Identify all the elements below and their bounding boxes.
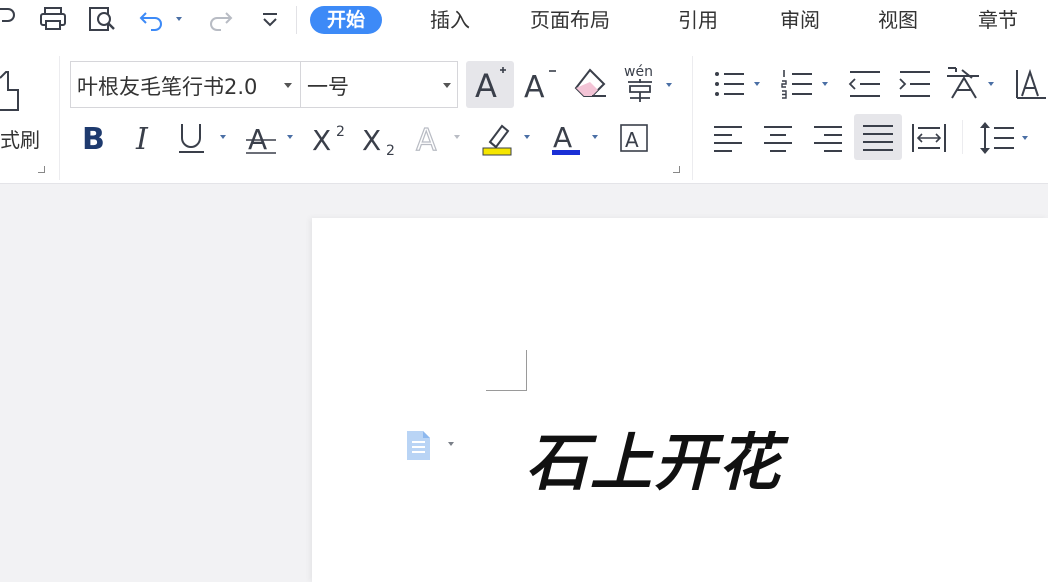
document-body-text[interactable]: 石上开花: [526, 412, 782, 502]
font-name-select[interactable]: 叶根友毛笔行书2.0: [70, 61, 300, 108]
increase-indent-button[interactable]: [896, 66, 934, 102]
pinyin-guide-button[interactable]: wén: [622, 62, 678, 106]
decrease-indent-button[interactable]: [846, 66, 884, 102]
tab-bar: 开始 插入 页面布局 引用 审阅 视图 章节: [0, 0, 1048, 40]
distributed-align-icon: [912, 124, 946, 152]
text-direction-button[interactable]: [1012, 66, 1048, 102]
bullets-button[interactable]: [712, 66, 766, 102]
indent-icon: [899, 71, 930, 97]
redo-icon[interactable]: [204, 5, 234, 37]
highlight-button[interactable]: [480, 120, 536, 156]
numbered-list-icon: [781, 70, 812, 99]
group-separator: [692, 56, 693, 180]
chevron-down-icon: [284, 83, 292, 88]
subscript-mark: 2: [386, 143, 395, 156]
tab-page-layout[interactable]: 页面布局: [530, 6, 610, 34]
character-border-button[interactable]: A: [618, 120, 650, 156]
margin-corner-mark: [486, 350, 527, 391]
bulleted-list-icon: [715, 72, 744, 96]
eraser-icon: [574, 68, 606, 97]
align-left-button[interactable]: [710, 118, 748, 158]
font-size-select[interactable]: 一号: [300, 61, 458, 108]
highlighter-icon: [482, 124, 512, 156]
justify-button[interactable]: [854, 114, 902, 160]
group-separator: [59, 56, 60, 180]
align-center-icon: [764, 126, 792, 152]
group-separator: [962, 120, 963, 154]
chevron-down-icon: [287, 135, 293, 139]
chevron-down-icon: [454, 135, 460, 139]
customize-chevron-icon[interactable]: [260, 5, 280, 37]
underline-icon: [179, 124, 204, 153]
print-preview-icon[interactable]: [87, 5, 119, 37]
italic-button[interactable]: I: [128, 120, 162, 157]
chevron-down-icon: [524, 135, 530, 139]
distributed-align-button[interactable]: [910, 118, 948, 158]
outdent-icon: [848, 71, 880, 97]
font-size-value: 一号: [307, 75, 349, 99]
shrink-font-button[interactable]: A: [518, 61, 562, 108]
clear-format-button[interactable]: [572, 66, 610, 102]
pinyin-label: wén: [624, 64, 653, 80]
align-center-button[interactable]: [760, 118, 798, 158]
shrink-font-glyph: A: [524, 70, 545, 105]
print-icon[interactable]: [38, 5, 68, 37]
paragraph-layout-button[interactable]: [405, 430, 457, 466]
subscript-button[interactable]: X 2: [362, 120, 406, 159]
text-effect-glyph: A: [416, 123, 437, 156]
italic-glyph: I: [135, 122, 149, 156]
strikethrough-button[interactable]: A: [244, 120, 300, 156]
bold-button[interactable]: B: [78, 120, 112, 157]
chevron-down-icon: [822, 82, 828, 86]
tab-home[interactable]: 开始: [310, 6, 383, 34]
chevron-down-icon: [592, 135, 598, 139]
tab-review[interactable]: 审阅: [780, 6, 820, 34]
tab-references[interactable]: 引用: [678, 6, 718, 34]
chevron-down-icon: [220, 135, 226, 139]
char-border-glyph: A: [625, 128, 639, 152]
superscript-mark: 2: [336, 124, 345, 140]
document-icon: [407, 431, 454, 460]
superscript-button[interactable]: X 2: [310, 120, 354, 157]
font-dialog-launcher-icon[interactable]: [673, 166, 680, 173]
grow-font-button[interactable]: A: [466, 61, 514, 108]
chevron-down-icon: [443, 83, 451, 88]
tab-chapter[interactable]: 章节: [978, 6, 1018, 34]
align-left-icon: [714, 126, 742, 152]
bold-glyph: B: [82, 122, 105, 156]
chevron-down-icon: [666, 83, 672, 87]
undo-dropdown-icon[interactable]: [176, 17, 182, 21]
line-spacing-icon: [980, 122, 1014, 154]
ribbon: 式刷 叶根友毛笔行书2.0 一号 A A wén B I A X 2 X 2 A…: [0, 40, 1048, 184]
tab-insert[interactable]: 插入: [430, 6, 470, 34]
font-color-button[interactable]: A: [550, 120, 604, 156]
chinese-layout-button[interactable]: [944, 64, 1000, 104]
text-direction-icon: [1016, 68, 1046, 99]
font-name-value: 叶根友毛笔行书2.0: [77, 75, 258, 99]
underline-button[interactable]: [176, 120, 234, 156]
tab-separator: [296, 6, 297, 34]
save-icon[interactable]: [0, 5, 18, 37]
justify-icon: [863, 125, 893, 151]
chevron-down-icon: [988, 82, 994, 86]
font-color-glyph: A: [553, 121, 572, 154]
superscript-glyph: X: [312, 124, 331, 156]
undo-icon[interactable]: [138, 5, 168, 37]
line-spacing-button[interactable]: [976, 118, 1036, 158]
format-painter-button[interactable]: 式刷: [0, 60, 46, 156]
tab-view[interactable]: 视图: [878, 6, 918, 34]
text-effect-button[interactable]: A: [414, 120, 466, 159]
clipboard-dialog-launcher-icon[interactable]: [38, 166, 45, 173]
chevron-down-icon: [754, 82, 760, 86]
chevron-down-icon: [1022, 136, 1028, 140]
chinese-layout-icon: [947, 67, 979, 99]
align-right-icon: [814, 126, 842, 152]
numbering-button[interactable]: [780, 66, 834, 102]
document-page[interactable]: [312, 218, 1048, 582]
align-right-button[interactable]: [810, 118, 848, 158]
subscript-glyph: X: [362, 124, 381, 156]
format-painter-label: 式刷: [0, 128, 40, 152]
grow-font-glyph: A: [475, 67, 497, 105]
